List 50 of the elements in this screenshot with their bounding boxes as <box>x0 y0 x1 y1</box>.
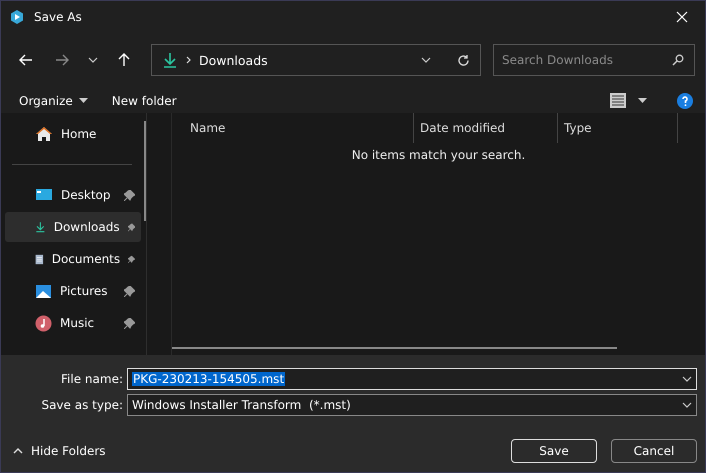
arrow-left-icon <box>19 54 33 66</box>
view-options-button[interactable] <box>610 93 647 108</box>
close-icon <box>676 10 688 22</box>
file-name-field[interactable]: PKG-230213-154505.mst <box>127 368 697 390</box>
column-header[interactable]: Type <box>558 113 678 143</box>
help-icon[interactable] <box>677 92 693 108</box>
caret-down-icon <box>78 98 88 103</box>
music-note-icon <box>35 314 52 332</box>
save-button[interactable]: Save <box>511 439 597 463</box>
picture-icon <box>35 284 52 298</box>
column-header[interactable]: Name <box>172 113 414 143</box>
pin-icon[interactable] <box>124 318 135 328</box>
monitor-icon <box>35 188 53 202</box>
house-icon <box>35 126 53 142</box>
chevron-up-icon <box>13 448 23 454</box>
organize-button[interactable]: Organize <box>19 94 88 108</box>
sidebar-item[interactable]: Documents <box>5 244 141 274</box>
sidebar-item[interactable]: Pictures <box>5 276 141 306</box>
sidebar-item[interactable]: Downloads <box>5 212 141 242</box>
caret-down-icon <box>638 98 647 103</box>
hide-folders-button[interactable]: Hide Folders <box>13 444 106 458</box>
download-icon <box>162 52 178 68</box>
file-name-label: File name: <box>60 372 124 386</box>
pin-icon[interactable] <box>124 286 135 296</box>
chevron-down-icon <box>682 376 692 382</box>
pin-icon[interactable] <box>124 190 135 200</box>
chevron-down-icon <box>421 57 431 63</box>
save-as-type-label: Save as type: <box>40 398 124 412</box>
app-logo-icon <box>9 8 25 24</box>
chevron-down-icon <box>88 57 98 63</box>
sidebar-item[interactable]: Desktop <box>5 180 141 210</box>
chevron-down-icon <box>682 402 692 408</box>
search-field[interactable]: Search Downloads <box>493 44 695 76</box>
chevron-right-icon <box>186 56 191 64</box>
arrow-up-icon <box>118 53 130 67</box>
empty-message: No items match your search. <box>350 148 526 162</box>
sidebar-item[interactable]: Home <box>5 119 141 149</box>
pin-icon[interactable] <box>128 254 135 264</box>
cancel-button[interactable]: Cancel <box>611 439 697 463</box>
pin-icon[interactable] <box>128 222 135 232</box>
list-view-icon <box>610 93 626 108</box>
column-header[interactable]: Date modified <box>414 113 558 143</box>
window-title: Save As <box>34 10 83 24</box>
sidebar-item[interactable]: Music <box>5 308 141 338</box>
refresh-icon[interactable] <box>457 54 470 66</box>
new-folder-button[interactable]: New folder <box>112 94 177 108</box>
address-bar[interactable]: Downloads <box>151 44 481 76</box>
search-icon <box>672 54 684 66</box>
save-as-type-dropdown[interactable]: Windows Installer Transform (*.mst) <box>127 394 697 416</box>
arrow-right-icon <box>55 54 69 66</box>
